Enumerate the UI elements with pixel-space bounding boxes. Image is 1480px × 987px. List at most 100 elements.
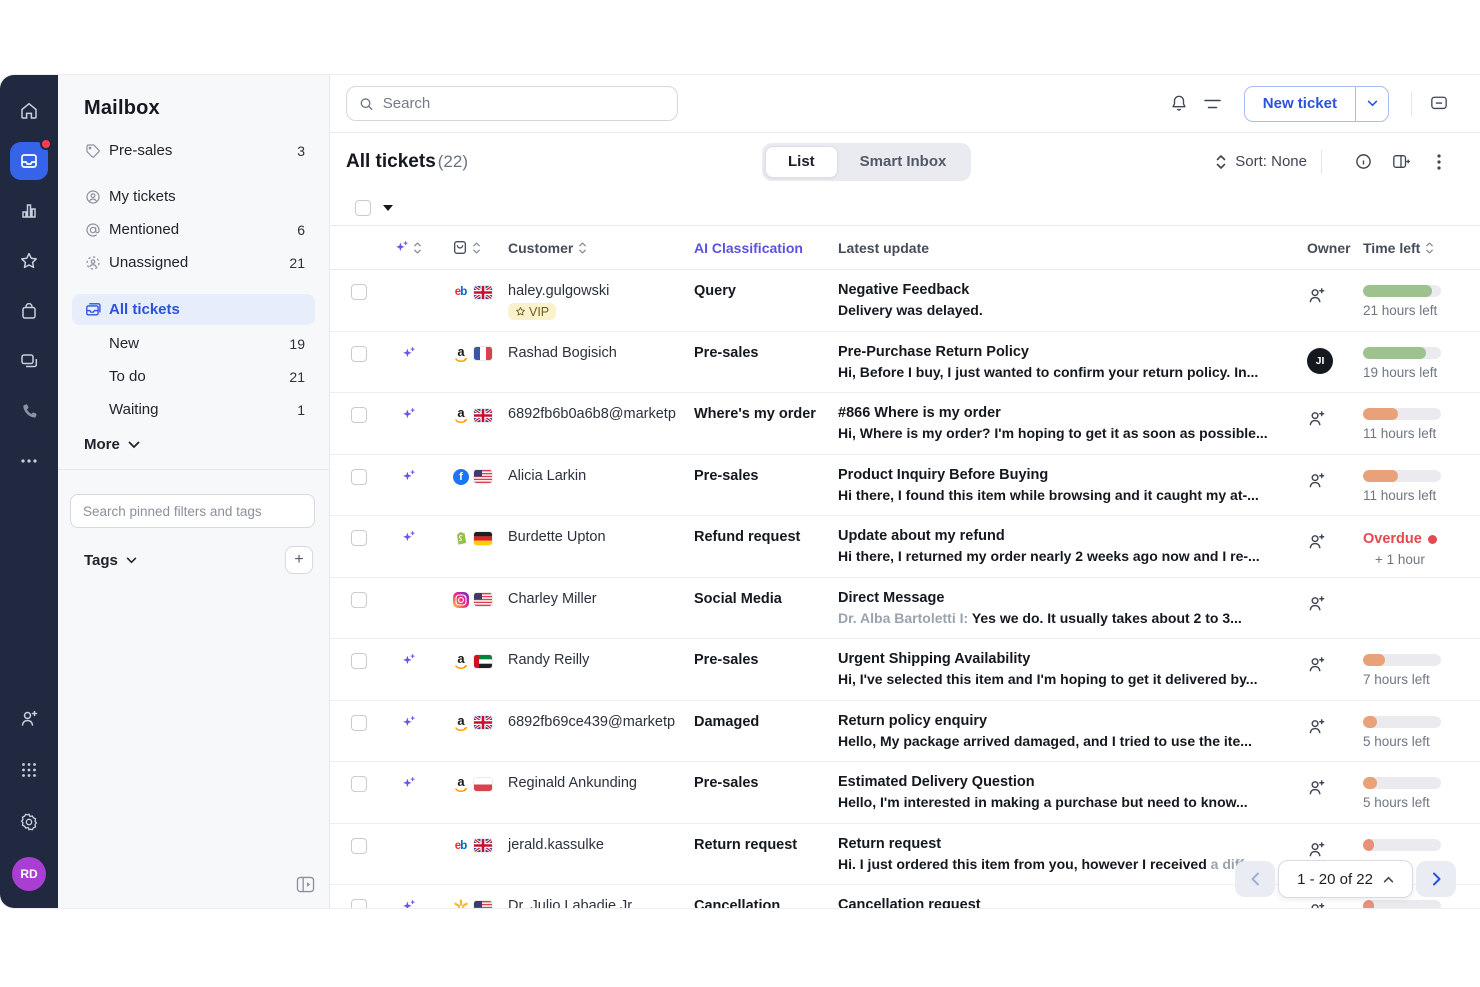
sidebar-item-pre-sales[interactable]: Pre-sales3 <box>58 134 329 167</box>
more-rail-icon[interactable] <box>7 439 51 483</box>
ticket-row[interactable]: f Alicia Larkin Pre-sales Product Inquir… <box>330 455 1480 517</box>
ai-sparkle-icon <box>401 776 416 796</box>
time-left-label: 7 hours left <box>1363 672 1450 687</box>
ticket-search[interactable] <box>346 86 678 121</box>
sidebar-item-all-tickets[interactable]: All tickets <box>72 294 315 325</box>
customer-name: jerald.kassulke <box>508 837 694 853</box>
customer-name: Dr. Julio Labadie Jr <box>508 898 694 908</box>
new-ticket-dropdown[interactable] <box>1355 87 1388 121</box>
sort-arrows-icon <box>578 241 587 255</box>
ticket-row[interactable]: a 6892fb6b0a6b8@marketp Where's my order… <box>330 393 1480 455</box>
gb-flag-icon <box>474 409 492 422</box>
feedback-bubble-icon[interactable] <box>1422 87 1456 121</box>
ticket-subject: Cancellation request <box>838 897 1283 908</box>
invite-user-icon[interactable] <box>7 696 51 740</box>
page-range-button[interactable]: 1 - 20 of 22 <box>1278 860 1413 898</box>
favorites-icon[interactable] <box>7 239 51 283</box>
info-icon[interactable] <box>1346 145 1380 179</box>
ticket-row[interactable]: eb haley.gulgowski VIP Query Negative Fe… <box>330 270 1480 332</box>
sort-arrows-icon[interactable] <box>472 241 481 255</box>
home-icon[interactable] <box>7 89 51 133</box>
time-left-header[interactable]: Time left <box>1363 240 1450 256</box>
row-checkbox[interactable] <box>351 407 367 423</box>
assign-owner-button[interactable] <box>1307 594 1326 618</box>
sidebar-item-waiting[interactable]: Waiting1 <box>58 393 329 426</box>
add-tag-button[interactable]: + <box>285 546 313 574</box>
pinned-search-input[interactable] <box>70 494 315 528</box>
kebab-menu-icon[interactable] <box>1422 145 1456 179</box>
assign-owner-button[interactable] <box>1307 409 1326 433</box>
sidebar-item-label: New <box>109 335 289 352</box>
customer-header[interactable]: Customer <box>508 240 694 256</box>
ticket-row[interactable]: a Rashad Bogisich Pre-sales Pre-Purchase… <box>330 332 1480 394</box>
row-checkbox[interactable] <box>351 838 367 854</box>
ai-classification-header[interactable]: AI Classification <box>694 240 803 256</box>
row-checkbox[interactable] <box>351 284 367 300</box>
mailbox-nav: Pre-sales3 My ticketsMentioned6Unassigne… <box>58 134 329 470</box>
ai-classification: Refund request <box>694 516 838 577</box>
ticket-preview: Hi, I've selected this item and I'm hopi… <box>838 671 1283 687</box>
assign-owner-button[interactable] <box>1307 901 1326 908</box>
channel-icon[interactable] <box>452 239 468 256</box>
bell-icon[interactable] <box>1162 87 1196 121</box>
overdue-dot-icon <box>1428 535 1437 544</box>
settings-gear-icon[interactable] <box>7 800 51 844</box>
search-input[interactable] <box>383 95 665 112</box>
more-toggle[interactable]: More <box>58 426 329 453</box>
assign-owner-button[interactable] <box>1307 778 1326 802</box>
sidebar-item-to-do[interactable]: To do21 <box>58 360 329 393</box>
orders-icon[interactable] <box>7 289 51 333</box>
ticket-row[interactable]: Burdette Upton Refund request Update abo… <box>330 516 1480 578</box>
ticket-row[interactable]: a Randy Reilly Pre-sales Urgent Shipping… <box>330 639 1480 701</box>
customer-name: Reginald Ankunding <box>508 775 694 791</box>
filter-icon[interactable] <box>1196 87 1230 121</box>
assign-owner-button[interactable] <box>1307 286 1326 310</box>
row-checkbox[interactable] <box>351 346 367 362</box>
collapse-panel-icon[interactable] <box>296 876 315 898</box>
ticket-row[interactable]: a Reginald Ankunding Pre-sales Estimated… <box>330 762 1480 824</box>
apps-grid-icon[interactable] <box>7 748 51 792</box>
sidebar-item-mentioned[interactable]: Mentioned6 <box>58 213 329 246</box>
assign-owner-button[interactable] <box>1307 471 1326 495</box>
view-smart-inbox-tab[interactable]: Smart Inbox <box>838 146 969 178</box>
phone-icon[interactable] <box>7 389 51 433</box>
page-range-label: 1 - 20 of 22 <box>1297 871 1373 888</box>
new-ticket-button[interactable]: New ticket <box>1244 86 1389 122</box>
owner-avatar[interactable]: JI <box>1307 348 1333 374</box>
assign-owner-button[interactable] <box>1307 655 1326 679</box>
inbox-nav-active[interactable] <box>7 139 51 183</box>
sort-arrows-icon[interactable] <box>413 241 422 255</box>
sidebar-item-my-tickets[interactable]: My tickets <box>58 180 329 213</box>
sort-control[interactable]: Sort: None <box>1215 153 1307 170</box>
chat-icon[interactable] <box>7 339 51 383</box>
sidebar-item-label: All tickets <box>109 301 305 318</box>
select-all-checkbox[interactable] <box>355 200 371 216</box>
select-dropdown-icon[interactable] <box>383 205 393 211</box>
row-checkbox[interactable] <box>351 653 367 669</box>
row-checkbox[interactable] <box>351 715 367 731</box>
prev-page-button[interactable] <box>1235 861 1275 897</box>
chevron-up-icon <box>1383 876 1394 883</box>
sidebar-item-count: 1 <box>297 402 305 418</box>
sidebar-item-label: Mentioned <box>109 221 297 238</box>
row-checkbox[interactable] <box>351 776 367 792</box>
sidebar-item-unassigned[interactable]: Unassigned21 <box>58 246 329 279</box>
assign-owner-button[interactable] <box>1307 717 1326 741</box>
row-checkbox[interactable] <box>351 592 367 608</box>
reports-icon[interactable] <box>7 189 51 233</box>
row-checkbox[interactable] <box>351 899 367 908</box>
sidebar-item-new[interactable]: New19 <box>58 327 329 360</box>
main-content: New ticket All tickets (22) List Smart I… <box>330 75 1480 908</box>
row-checkbox[interactable] <box>351 469 367 485</box>
user-avatar[interactable]: RD <box>7 852 51 896</box>
assign-owner-button[interactable] <box>1307 532 1326 556</box>
ticket-row[interactable]: a 6892fb69ce439@marketp Damaged Return p… <box>330 701 1480 763</box>
view-list-tab[interactable]: List <box>765 146 838 178</box>
row-checkbox[interactable] <box>351 530 367 546</box>
ai-sparkle-icon[interactable] <box>394 240 409 255</box>
ticket-row[interactable]: Charley Miller Social Media Direct Messa… <box>330 578 1480 640</box>
tags-chevron-icon[interactable] <box>126 557 137 564</box>
next-page-button[interactable] <box>1416 861 1456 897</box>
columns-icon[interactable] <box>1384 145 1418 179</box>
ticket-subject: Pre-Purchase Return Policy <box>838 344 1283 360</box>
